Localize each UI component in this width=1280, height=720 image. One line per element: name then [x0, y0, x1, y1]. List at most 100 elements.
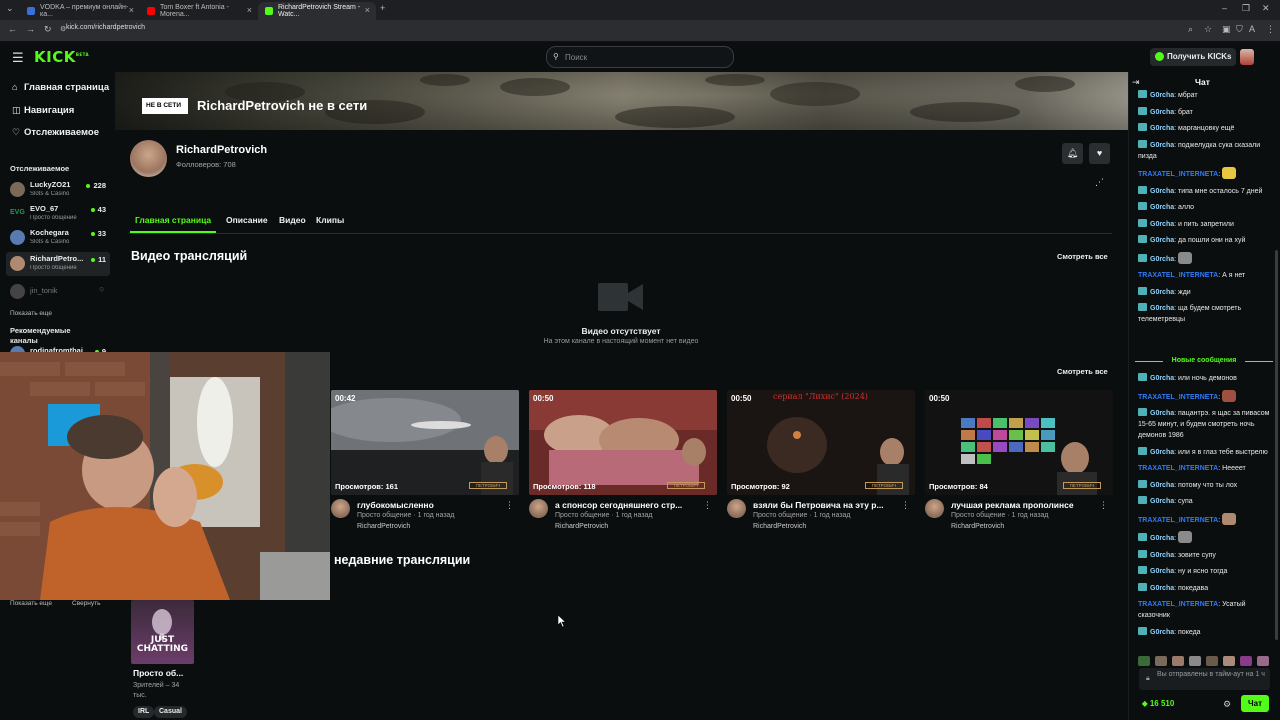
- chat-username[interactable]: TRAXATEL_INTERNETA: [1138, 272, 1218, 279]
- new-tab-icon[interactable]: +: [380, 3, 385, 13]
- sidebar-channel-offline[interactable]: jin_tonik ⦸: [6, 280, 110, 304]
- tab-clips[interactable]: Клипы: [316, 215, 344, 225]
- sidebar-nav-following[interactable]: ♡ Отслеживаемое: [12, 127, 99, 138]
- reload-icon[interactable]: ↻: [44, 24, 52, 35]
- chat-username[interactable]: TRAXATEL_INTERNETA: [1138, 394, 1218, 401]
- collapse-link[interactable]: Свернуть: [72, 600, 101, 607]
- channel-avatar[interactable]: [130, 140, 167, 177]
- kicks-balance[interactable]: ⬥ 16 510: [1142, 699, 1174, 709]
- search-input[interactable]: ⚲ Поиск: [546, 46, 734, 68]
- sidebar-channel[interactable]: EVG EVO_67 Просто общение 43: [6, 202, 110, 226]
- show-more-link[interactable]: Показать еще: [10, 310, 52, 317]
- chat-username[interactable]: TRAXATEL_INTERNETA: [1138, 171, 1218, 178]
- chat-username[interactable]: G0rcha: [1150, 568, 1174, 575]
- clip-author[interactable]: RichardPetrovich: [753, 523, 806, 530]
- chat-username[interactable]: G0rcha: [1150, 552, 1174, 559]
- clip-title[interactable]: взяли бы Петровича на эту р...: [753, 500, 898, 510]
- more-options-icon[interactable]: ⋮: [1099, 500, 1108, 511]
- chat-username[interactable]: G0rcha: [1150, 535, 1174, 542]
- chat-username[interactable]: G0rcha: [1150, 629, 1174, 636]
- chat-username[interactable]: G0rcha: [1150, 305, 1174, 312]
- chat-username[interactable]: TRAXATEL_INTERNETA: [1138, 465, 1218, 472]
- menu-dots-icon[interactable]: ⋮: [1266, 24, 1275, 35]
- bookmark-star-icon[interactable]: ☆: [1204, 24, 1212, 35]
- chat-username[interactable]: TRAXATEL_INTERNETA: [1138, 601, 1218, 608]
- browser-tab-youtube[interactable]: Tom Boxer ft Antonia - Morena... ×: [140, 2, 258, 20]
- notifications-button[interactable]: 🔔︎: [1062, 143, 1083, 164]
- close-tab-icon[interactable]: ×: [129, 5, 134, 15]
- chat-username[interactable]: G0rcha: [1150, 498, 1174, 505]
- chat-username[interactable]: G0rcha: [1150, 482, 1174, 489]
- chat-username[interactable]: G0rcha: [1150, 256, 1174, 263]
- url-field[interactable]: kick.com/richardpetrovich: [66, 24, 145, 31]
- browser-tab-kick[interactable]: RichardPetrovich Stream - Watc... ×: [258, 2, 376, 20]
- more-options-icon[interactable]: ⋮: [505, 500, 514, 511]
- restore-icon[interactable]: ❐: [1242, 3, 1250, 14]
- forward-icon[interactable]: →: [26, 24, 35, 34]
- chat-scrollbar[interactable]: [1275, 250, 1278, 640]
- chat-username[interactable]: G0rcha: [1150, 221, 1174, 228]
- clip-thumbnail[interactable]: 00:42 Просмотров: 161 ПЕТРОВИЧ: [331, 390, 519, 495]
- clip-author[interactable]: RichardPetrovich: [555, 523, 608, 530]
- hamburger-icon[interactable]: ☰: [12, 50, 24, 66]
- clip-card[interactable]: 00:50 Просмотров: 84 ПЕТРОВИЧ лучшая рек…: [925, 390, 1113, 535]
- chat-username[interactable]: G0rcha: [1150, 109, 1174, 116]
- get-kicks-button[interactable]: Получить KICKs: [1150, 48, 1236, 66]
- avatar[interactable]: [727, 499, 746, 518]
- clip-author[interactable]: RichardPetrovich: [951, 523, 1004, 530]
- chat-username[interactable]: G0rcha: [1150, 92, 1174, 99]
- clip-title[interactable]: а спонсор сегодняшнего стр...: [555, 500, 700, 510]
- kick-logo[interactable]: KICKBETA: [34, 48, 89, 66]
- more-options-icon[interactable]: ⋮: [901, 500, 910, 511]
- close-window-icon[interactable]: ✕: [1262, 3, 1270, 14]
- zoom-icon[interactable]: ⌕: [1188, 24, 1193, 35]
- clip-thumbnail[interactable]: 00:50 сериал "Лихис" (2024) Просмотров: …: [727, 390, 915, 495]
- collapse-chat-icon[interactable]: ⇥: [1132, 77, 1140, 88]
- chat-username[interactable]: G0rcha: [1150, 237, 1174, 244]
- sidebar-nav-browse[interactable]: ◫ Навигация: [12, 105, 74, 116]
- clip-title[interactable]: глубокомысленно: [357, 500, 502, 510]
- follow-button[interactable]: ♥: [1089, 143, 1110, 164]
- category-thumbnail[interactable]: JUST CHATTING: [131, 600, 194, 664]
- shield-icon[interactable]: ⛉: [1236, 24, 1243, 35]
- user-avatar[interactable]: [1240, 49, 1254, 65]
- clip-author[interactable]: RichardPetrovich: [357, 523, 410, 530]
- channel-name[interactable]: RichardPetrovich: [176, 144, 267, 156]
- profile-icon[interactable]: A: [1249, 24, 1255, 34]
- chat-username[interactable]: G0rcha: [1150, 142, 1174, 149]
- show-more-link[interactable]: Показать еще: [10, 600, 52, 607]
- back-icon[interactable]: ←: [8, 24, 17, 34]
- chat-username[interactable]: G0rcha: [1150, 585, 1174, 592]
- chat-username[interactable]: G0rcha: [1150, 188, 1174, 195]
- tab-home[interactable]: Главная страница: [129, 215, 217, 233]
- sidebar-channel[interactable]: LuckyZO21 Slots & Casino 228: [6, 178, 110, 202]
- chat-username[interactable]: TRAXATEL_INTERNETA: [1138, 517, 1218, 524]
- tag-casual[interactable]: Casual: [154, 706, 187, 718]
- recent-stream-title[interactable]: Просто об...: [133, 668, 183, 678]
- chat-username[interactable]: G0rcha: [1150, 204, 1174, 211]
- clip-card[interactable]: 00:50 сериал "Лихис" (2024) Просмотров: …: [727, 390, 915, 535]
- sidebar-channel[interactable]: RichardPetro... Просто общение 11: [6, 252, 110, 276]
- chat-username[interactable]: G0rcha: [1150, 449, 1174, 456]
- clip-title[interactable]: лучшая реклама прополинсе: [951, 500, 1096, 510]
- gear-icon[interactable]: ⚙: [1223, 699, 1231, 710]
- chat-username[interactable]: G0rcha: [1150, 125, 1174, 132]
- tag-irl[interactable]: IRL: [133, 706, 155, 718]
- more-options-icon[interactable]: ⋮: [703, 500, 712, 511]
- avatar[interactable]: [529, 499, 548, 518]
- videos-see-all-link[interactable]: Смотреть все: [1057, 252, 1108, 261]
- share-icon[interactable]: ⋰: [1095, 177, 1104, 188]
- chat-username[interactable]: G0rcha: [1150, 375, 1174, 382]
- browser-tab-vodka[interactable]: VODKA – премиум онлайн-ка... ×: [20, 2, 140, 20]
- tab-about[interactable]: Описание: [226, 215, 268, 225]
- close-tab-icon[interactable]: ×: [365, 5, 370, 15]
- tab-videos[interactable]: Видео: [279, 215, 306, 225]
- sidebar-channel[interactable]: Kochegara Slots & Casino 33: [6, 226, 110, 250]
- minimize-icon[interactable]: –: [1222, 3, 1227, 13]
- clip-thumbnail[interactable]: 00:50 Просмотров: 118 ПЕТРОВИЧ: [529, 390, 717, 495]
- clips-see-all-link[interactable]: Смотреть все: [1057, 367, 1108, 376]
- tab-list-icon[interactable]: ⌄: [6, 3, 14, 14]
- sidebar-nav-home[interactable]: ⌂ Главная страница: [12, 82, 109, 93]
- extension-icon[interactable]: ▣: [1222, 24, 1231, 35]
- chat-username[interactable]: G0rcha: [1150, 410, 1174, 417]
